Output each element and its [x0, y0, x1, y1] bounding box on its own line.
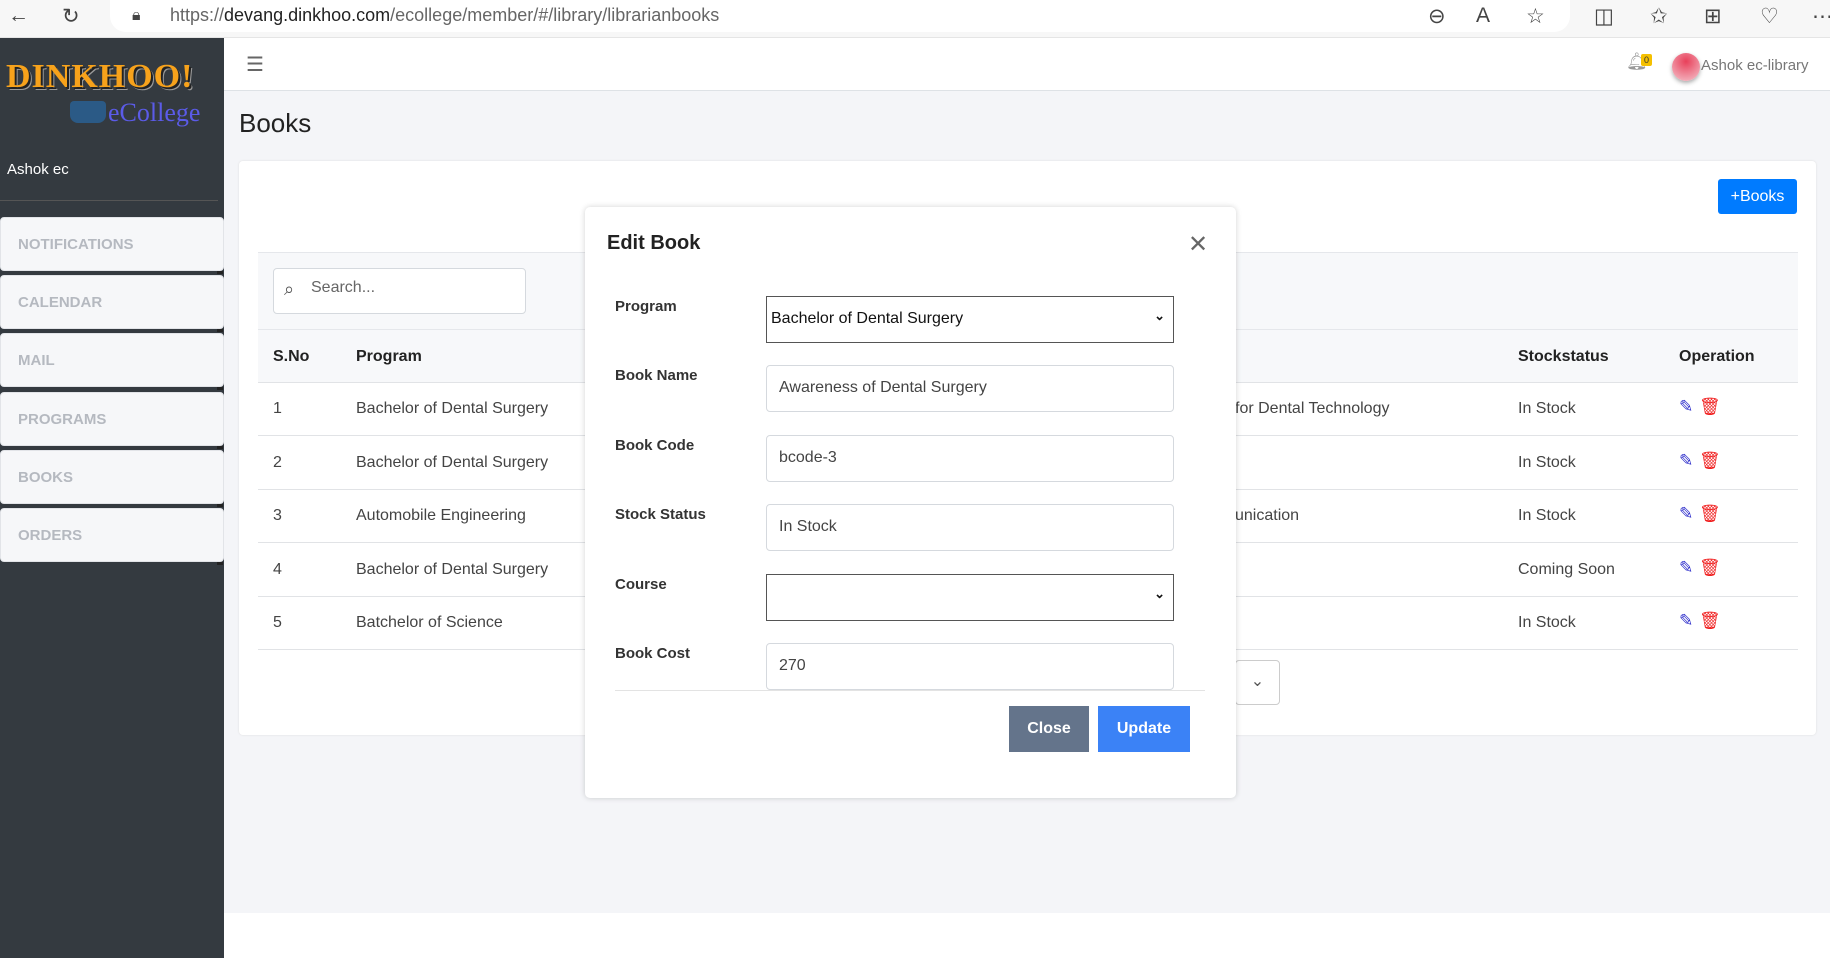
notification-badge: 0	[1641, 54, 1653, 66]
hamburger-menu-icon[interactable]: ☰	[246, 52, 264, 77]
sidebar-user-name: Ashok ec	[7, 161, 69, 178]
cell-sno: 4	[273, 560, 282, 578]
cell-sno: 1	[273, 400, 282, 417]
back-icon[interactable]: ←	[8, 4, 29, 28]
cell-book-info: unication	[1235, 507, 1300, 525]
delete-trash-icon[interactable]: 🗑︎	[1699, 397, 1721, 417]
more-icon[interactable]: ⋯	[1812, 4, 1830, 29]
chevron-down-icon: ⌄	[1250, 673, 1265, 690]
cell-book-info: for Dental Technology	[1235, 400, 1390, 417]
book-code-label: Book Code	[615, 437, 695, 454]
column-header-program: Program	[356, 348, 422, 365]
logo-ecollege: eCollege	[70, 98, 200, 128]
stock-status-label: Stock Status	[615, 506, 706, 523]
sidebar-item-notifications[interactable]: NOTIFICATIONS	[0, 217, 224, 274]
cell-program: Bachelor of Dental Surgery	[356, 453, 549, 471]
book-name-label: Book Name	[615, 367, 698, 384]
split-screen-icon[interactable]: ◫	[1594, 4, 1614, 29]
column-header-sno: S.No	[273, 348, 310, 365]
modal-title: Edit Book	[607, 232, 701, 254]
cell-stockstatus: In Stock	[1518, 507, 1576, 525]
sidebar-item-orders[interactable]: ORDERS	[0, 508, 224, 565]
edit-pencil-icon[interactable]: ✎	[1679, 504, 1693, 524]
zoom-out-icon[interactable]: ⊖	[1428, 4, 1446, 29]
chevron-down-icon: ⌄	[1154, 308, 1165, 323]
edit-pencil-icon[interactable]: ✎	[1679, 397, 1693, 417]
cell-program: Automobile Engineering	[356, 507, 526, 525]
cell-sno: 3	[273, 507, 282, 525]
delete-trash-icon[interactable]: 🗑︎	[1699, 558, 1721, 578]
lock-icon: 🔒︎	[132, 7, 141, 24]
cell-program: Batchelor of Science	[356, 614, 503, 632]
close-button[interactable]: Close	[1009, 706, 1089, 752]
cell-sno: 5	[273, 614, 282, 632]
stock-status-input[interactable]: In Stock	[766, 504, 1174, 551]
search-input[interactable]	[311, 279, 511, 297]
delete-trash-icon[interactable]: 🗑︎	[1699, 451, 1721, 471]
graduation-cap-icon	[70, 101, 106, 123]
sidebar-item-programs[interactable]: PROGRAMS	[0, 392, 224, 449]
logo: DINKHOO!	[6, 58, 194, 95]
favorites-icon[interactable]: ✩	[1650, 4, 1668, 29]
course-label: Course	[615, 576, 667, 593]
chevron-down-icon: ⌄	[1154, 586, 1165, 601]
modal-close-icon[interactable]: ✕	[1188, 230, 1208, 259]
divider	[0, 200, 218, 201]
search-box[interactable]: ⌕	[273, 268, 526, 314]
url-text: https://devang.dinkhoo.com/ecollege/memb…	[170, 5, 720, 25]
reload-icon[interactable]: ↻	[62, 4, 80, 29]
favorite-star-icon[interactable]: ☆	[1526, 4, 1545, 29]
book-cost-label: Book Cost	[615, 645, 690, 662]
top-header	[224, 38, 1830, 91]
collections-icon[interactable]: ⊞	[1704, 4, 1722, 29]
column-header-stockstatus: Stockstatus	[1518, 348, 1609, 365]
avatar[interactable]	[1672, 53, 1700, 81]
delete-trash-icon[interactable]: 🗑︎	[1699, 504, 1721, 524]
column-header-operation: Operation	[1679, 348, 1755, 365]
update-button[interactable]: Update	[1098, 706, 1190, 752]
browser-toolbar: ← ↻ 🔒︎ https://devang.dinkhoo.com/ecolle…	[0, 0, 1830, 38]
delete-trash-icon[interactable]: 🗑︎	[1699, 611, 1721, 631]
cell-stockstatus: Coming Soon	[1518, 560, 1615, 578]
header-user-name[interactable]: Ashok ec-library	[1701, 57, 1809, 74]
edit-pencil-icon[interactable]: ✎	[1679, 558, 1693, 578]
edit-pencil-icon[interactable]: ✎	[1679, 611, 1693, 631]
health-icon[interactable]: ♡	[1760, 4, 1779, 29]
page-title: Books	[239, 108, 312, 138]
cell-program: Bachelor of Dental Surgery	[356, 560, 549, 578]
cell-stockstatus: In Stock	[1518, 400, 1576, 417]
address-bar[interactable]: 🔒︎ https://devang.dinkhoo.com/ecollege/m…	[110, 0, 1570, 32]
page-size-select[interactable]: ⌄	[1235, 660, 1280, 705]
divider	[615, 690, 1205, 691]
search-icon: ⌕	[284, 279, 295, 299]
book-name-input[interactable]: Awareness of Dental Surgery	[766, 365, 1174, 412]
program-select[interactable]: Bachelor of Dental Surgery ⌄	[766, 296, 1174, 343]
cell-sno: 2	[273, 453, 282, 471]
add-books-button[interactable]: +Books	[1718, 179, 1797, 214]
book-cost-input[interactable]: 270	[766, 643, 1174, 690]
cell-stockstatus: In Stock	[1518, 453, 1576, 471]
cell-program: Bachelor of Dental Surgery	[356, 400, 549, 417]
course-select[interactable]: ⌄	[766, 574, 1174, 621]
book-code-input[interactable]: bcode-3	[766, 435, 1174, 482]
sidebar-item-books[interactable]: BOOKS	[0, 450, 224, 507]
sidebar-item-calendar[interactable]: CALENDAR	[0, 275, 224, 332]
read-aloud-icon[interactable]: A	[1476, 4, 1490, 28]
cell-stockstatus: In Stock	[1518, 614, 1576, 632]
edit-pencil-icon[interactable]: ✎	[1679, 451, 1693, 471]
sidebar-item-mail[interactable]: MAIL	[0, 333, 224, 390]
program-label: Program	[615, 298, 677, 315]
